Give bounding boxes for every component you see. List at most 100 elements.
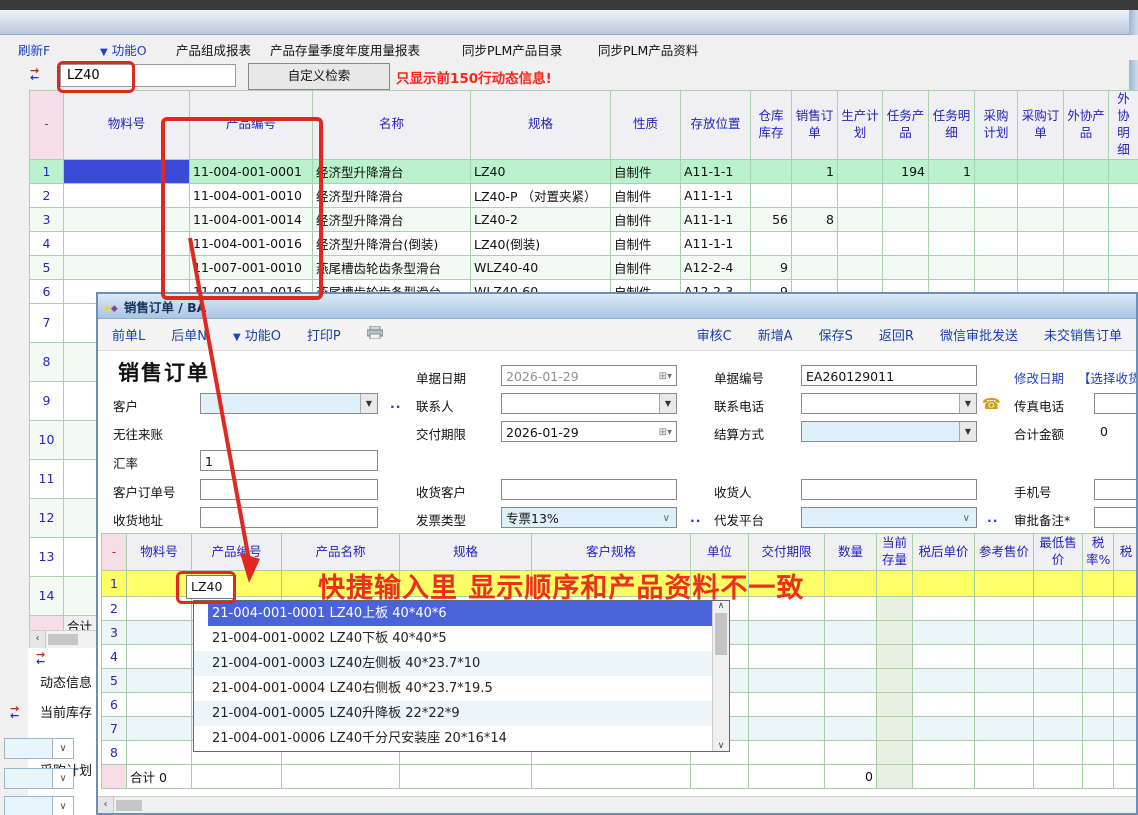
prev-doc-button[interactable]: 前单L: [112, 325, 145, 344]
form-heading: 销售订单: [118, 357, 210, 387]
menu-sync-plm-data[interactable]: 同步PLM产品资料: [598, 40, 698, 59]
printer-icon[interactable]: [367, 326, 383, 343]
swap-icon[interactable]: →←: [10, 706, 19, 720]
function-button[interactable]: ▼功能O: [233, 325, 281, 344]
phone-icon[interactable]: ☎: [982, 395, 1001, 413]
ship-customer-input[interactable]: [501, 479, 677, 500]
calendar-icon: ⊞▾: [659, 366, 672, 385]
mobile-input[interactable]: [1094, 479, 1138, 500]
customer-more-button[interactable]: ..: [390, 396, 402, 411]
scroll-left-icon[interactable]: ‹: [98, 797, 114, 813]
wechat-approve-button[interactable]: 微信审批发送: [940, 325, 1018, 344]
search-input[interactable]: [60, 64, 236, 87]
next-doc-button[interactable]: 后单N: [171, 325, 207, 344]
invoice-more-button[interactable]: ..: [690, 510, 702, 525]
doc-no-label: 单据编号: [714, 368, 764, 387]
item-code-editor[interactable]: LZ40: [186, 575, 236, 599]
scrollbar-thumb[interactable]: [48, 634, 78, 645]
menu-sync-plm-catalog[interactable]: 同步PLM产品目录: [462, 40, 562, 59]
platform-more-button[interactable]: ..: [987, 510, 999, 525]
dialog-title-bar[interactable]: ◆◆ 销售订单 / BA: [98, 294, 1136, 319]
scroll-down-icon[interactable]: ∨: [718, 741, 725, 751]
ship-address-input[interactable]: [200, 507, 378, 528]
due-date-field[interactable]: 2026-01-29⊞▾: [501, 421, 677, 442]
total-amount-label: 合计金额: [1014, 424, 1064, 443]
dropdown-item[interactable]: 21-004-001-0003 LZ40左侧板 40*23.7*10: [194, 651, 712, 676]
approve-note-input[interactable]: [1094, 507, 1138, 528]
table-row[interactable]: 311-004-001-0014经济型升降滑台LZ40-2自制件A11-1-15…: [30, 207, 1138, 231]
back-button[interactable]: 返回R: [879, 325, 914, 344]
scrollbar-thumb[interactable]: [116, 800, 142, 811]
doc-no-input[interactable]: EA260129011: [801, 365, 977, 386]
custom-search-button[interactable]: 自定义检索: [248, 63, 390, 90]
audit-button[interactable]: 审核C: [697, 325, 732, 344]
pending-orders-button[interactable]: 未交销售订单: [1044, 325, 1122, 344]
function-menu[interactable]: ▼功能O: [100, 40, 147, 59]
dropdown-item[interactable]: 21-004-001-0004 LZ40右侧板 40*23.7*19.5: [194, 676, 712, 701]
side-filter-combo[interactable]: ∨: [4, 768, 74, 789]
contact-combo[interactable]: ▼: [501, 393, 677, 414]
scrollbar-thumb[interactable]: [715, 613, 727, 655]
order-form: 销售订单 单据日期 2026-01-29⊞▾ 单据编号 EA260129011 …: [98, 351, 1136, 534]
select-receiver-link[interactable]: 【选择收货客: [1078, 368, 1138, 387]
dropdown-arrow-icon[interactable]: ▼: [659, 394, 676, 413]
table-row[interactable]: 411-004-001-0016经济型升降滑台(倒装)LZ40(倒装)自制件A1…: [30, 231, 1138, 255]
main-horizontal-scrollbar[interactable]: ‹: [29, 630, 99, 649]
selected-cell[interactable]: [64, 159, 190, 183]
swap-icon[interactable]: →←: [30, 68, 39, 82]
scroll-up-icon[interactable]: ∧: [718, 601, 725, 611]
sales-order-dialog: ◆◆ 销售订单 / BA 前单L 后单N ▼功能O 打印P 审核C 新增A 保存…: [96, 292, 1138, 815]
customer-po-input[interactable]: [200, 479, 378, 500]
dropdown-item-selected[interactable]: ♦21-004-001-0001 LZ40上板 40*40*6: [208, 601, 712, 626]
phone-combo[interactable]: ▼: [801, 393, 977, 414]
receiver-input[interactable]: [801, 479, 977, 500]
rate-input[interactable]: 1: [200, 450, 378, 471]
fax-label: 传真电话: [1014, 396, 1064, 415]
main-toolbar: 刷新F ▼功能O 产品组成报表 产品存量季度年度用量报表 同步PLM产品目录 同…: [0, 35, 1138, 60]
print-button[interactable]: 打印P: [307, 325, 341, 344]
invoice-type-combo[interactable]: 专票13%∨: [501, 507, 677, 528]
refresh-menu[interactable]: 刷新F: [18, 40, 50, 59]
side-tab-current-stock[interactable]: 当前库存: [40, 702, 92, 721]
side-filter-combo[interactable]: ∨: [4, 738, 74, 759]
chevron-down-icon: ∨: [963, 508, 970, 527]
table-row[interactable]: 511-007-001-0010燕尾槽齿轮齿条型滑台WLZ40-40自制件A12…: [30, 255, 1138, 279]
chevron-down-icon: ∨: [53, 768, 74, 789]
platform-combo[interactable]: ∨: [801, 507, 977, 528]
calendar-icon: ⊞▾: [659, 422, 672, 441]
add-button[interactable]: 新增A: [758, 325, 793, 344]
table-row[interactable]: 211-004-001-0010经济型升降滑台LZ40-P （对置夹紧）自制件A…: [30, 183, 1138, 207]
rate-label: 汇率: [113, 453, 138, 472]
fax-input[interactable]: [1094, 393, 1138, 414]
dropdown-item[interactable]: 21-004-001-0006 LZ40千分尺安装座 20*16*14: [194, 726, 712, 751]
dropdown-arrow-icon[interactable]: ▼: [959, 422, 976, 441]
platform-label: 代发平台: [714, 510, 764, 529]
dialog-horizontal-scrollbar[interactable]: ‹: [98, 796, 1136, 813]
approve-note-label: 审批备注*: [1014, 510, 1070, 529]
dropdown-item[interactable]: 21-004-001-0002 LZ40下板 40*40*5: [194, 626, 712, 651]
save-button[interactable]: 保存S: [819, 325, 853, 344]
doc-date-field[interactable]: 2026-01-29⊞▾: [501, 365, 677, 386]
menu-stock-report[interactable]: 产品存量季度年度用量报表: [270, 40, 420, 59]
customer-po-label: 客户订单号: [113, 482, 176, 501]
side-filter-combo[interactable]: ∨: [4, 796, 74, 815]
menu-product-report[interactable]: 产品组成报表: [176, 40, 251, 59]
dropdown-arrow-icon[interactable]: ▼: [360, 394, 377, 413]
side-tab-dynamic-info[interactable]: 动态信息: [40, 672, 92, 691]
settle-combo[interactable]: ▼: [801, 421, 977, 442]
doc-date-label: 单据日期: [416, 368, 466, 387]
dropdown-item[interactable]: 21-004-001-0005 LZ40升降板 22*22*9: [194, 701, 712, 726]
swap-icon[interactable]: →←: [36, 652, 45, 666]
modify-date-link[interactable]: 修改日期: [1014, 368, 1064, 387]
chevron-down-icon: ∨: [53, 738, 74, 759]
customer-label: 客户: [113, 396, 138, 415]
table-row-selected[interactable]: 111-004-001-0001经济型升降滑台LZ40自制件A11-1-1119…: [30, 159, 1138, 183]
dropdown-arrow-icon[interactable]: ▼: [959, 394, 976, 413]
order-item-row-editing[interactable]: 1: [102, 571, 1138, 597]
product-dropdown: ♦21-004-001-0001 LZ40上板 40*40*6 21-004-0…: [193, 600, 730, 752]
settle-label: 结算方式: [714, 424, 764, 443]
dropdown-scrollbar[interactable]: ∧∨: [712, 601, 729, 751]
scroll-left-icon[interactable]: ‹: [30, 631, 46, 648]
customer-combo[interactable]: ▼: [200, 393, 378, 414]
phone-label: 联系电话: [714, 396, 764, 415]
